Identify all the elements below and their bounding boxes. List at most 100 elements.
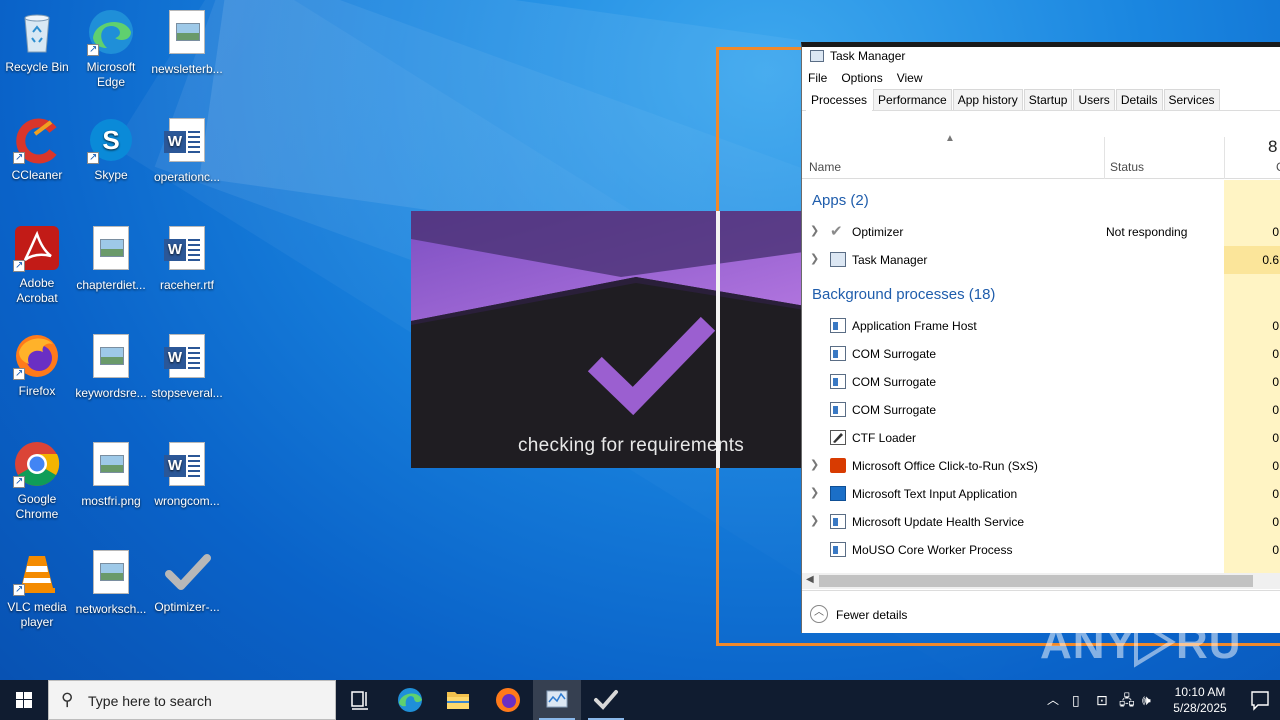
horizontal-scrollbar[interactable]: ◀ [802,573,1280,589]
image-file-icon [87,226,135,274]
expand-chevron-icon[interactable]: ❯ [810,514,819,527]
desktop-icon-file[interactable]: W wrongcom... [149,440,225,509]
taskbar-task-manager[interactable] [533,680,581,720]
process-row[interactable]: CTF Loader 0 [802,424,1280,452]
checkmark-icon: ✔ [830,223,843,240]
tab-processes[interactable]: Processes [806,89,873,111]
desktop-icon-file[interactable]: newsletterb... [149,8,225,77]
desktop-icon-skype[interactable]: S Skype [73,116,149,183]
image-file-icon [87,442,135,490]
desktop-icon-optimizer[interactable]: Optimizer-... [149,548,225,615]
window-icon [830,542,846,557]
process-row[interactable]: ❯ Microsoft Office Click-to-Run (SxS) 0 [802,452,1280,480]
svg-text:ANY: ANY [1040,619,1136,668]
process-row[interactable]: COM Surrogate 0 [802,340,1280,368]
battery-icon[interactable]: ▯ [1072,680,1080,720]
svg-text:S: S [102,125,119,155]
process-status: Not responding [1106,225,1188,239]
taskbar-file-explorer[interactable] [434,680,482,720]
desktop-icon-recycle-bin[interactable]: Recycle Bin [0,8,75,75]
desktop-icon-file[interactable]: mostfri.png [73,440,149,509]
sort-up-icon: ▲ [945,133,955,144]
highlight-edge [716,211,720,468]
tab-users[interactable]: Users [1073,89,1115,110]
process-row[interactable]: ❯ ✔ Optimizer Not responding 0 [802,218,1280,246]
menu-options[interactable]: Options [841,71,882,85]
word-file-icon: W [163,118,211,166]
process-cpu: 0 [1272,403,1279,417]
taskbar-search-box[interactable]: ⚲ Type here to search [48,680,336,720]
fewer-details-link[interactable]: Fewer details [836,608,907,622]
pen-icon [830,430,846,445]
taskbar-clock[interactable]: 10:10 AM 5/28/2025 [1160,684,1240,716]
process-row[interactable]: COM Surrogate 0 [802,368,1280,396]
expand-chevron-icon[interactable]: ❯ [810,458,819,471]
process-row[interactable]: ❯ Microsoft Update Health Service 0 [802,508,1280,536]
desktop-icon-edge[interactable]: Microsoft Edge [73,8,149,90]
desktop-icon-file[interactable]: W stopseveral... [149,332,225,401]
process-row[interactable]: ❯ Task Manager 0.6 [802,246,1280,274]
desktop-icon-file[interactable]: W raceher.rtf [149,224,225,293]
desktop-icon-ccleaner[interactable]: CCleaner [0,116,75,183]
word-file-icon: W [163,442,211,490]
menu-view[interactable]: View [897,71,923,85]
process-cpu: 0 [1272,515,1279,529]
watermark-logo: ANY RUN [1040,616,1240,668]
chevron-up-icon[interactable]: ︿ [810,605,828,623]
window-title: Task Manager [830,49,906,63]
task-manager-window[interactable]: Task Manager File Options View Processes… [801,42,1280,633]
tab-details[interactable]: Details [1115,89,1163,110]
process-row[interactable]: Application Frame Host 0 [802,312,1280,340]
column-cpu[interactable]: CP [1276,160,1280,174]
desktop-icon-file[interactable]: W operationc... [149,116,225,185]
taskbar-optimizer[interactable] [582,680,630,720]
process-cpu: 0 [1272,375,1279,389]
notification-center-button[interactable] [1240,680,1280,720]
desktop-icon-vlc[interactable]: VLC media player [0,548,75,630]
taskbar-edge[interactable] [386,680,434,720]
menu-file[interactable]: File [808,71,827,85]
tab-services[interactable]: Services [1163,89,1220,110]
desktop-icon-file[interactable]: chapterdiet... [73,224,149,293]
tab-performance[interactable]: Performance [873,89,952,110]
task-view-button[interactable] [336,680,384,720]
start-button[interactable] [0,680,48,720]
folder-icon [447,692,469,709]
keyboard-icon [830,486,846,501]
shortcut-arrow-icon [13,366,25,381]
scroll-left-icon[interactable]: ◀ [806,574,814,585]
desktop-icon-file[interactable]: networksch... [73,548,149,617]
process-row[interactable]: ❯ Microsoft Text Input Application 0 [802,480,1280,508]
image-file-icon [87,334,135,382]
desktop-icon-chrome[interactable]: Google Chrome [0,440,75,522]
clock-date: 5/28/2025 [1173,701,1227,715]
volume-icon[interactable]: 🕪 [1142,680,1151,720]
word-file-icon: W [163,334,211,382]
process-row[interactable]: MoUSO Core Worker Process 0 [802,536,1280,564]
checkmark-icon [163,548,211,596]
title-bar[interactable]: Task Manager [802,47,1280,67]
expand-chevron-icon[interactable]: ❯ [810,252,819,265]
column-divider[interactable] [1104,137,1105,179]
device-icon[interactable]: ⊡ [1096,680,1108,720]
column-status[interactable]: Status [1110,160,1144,174]
edge-icon [87,8,135,57]
network-icon[interactable]: 🖧 [1119,680,1135,720]
scrollbar-thumb[interactable] [819,575,1253,587]
expand-chevron-icon[interactable]: ❯ [810,224,819,237]
expand-chevron-icon[interactable]: ❯ [810,486,819,499]
tab-app-history[interactable]: App history [952,89,1023,110]
process-row[interactable]: COM Surrogate 0 [802,396,1280,424]
chrome-icon [13,440,61,489]
column-name[interactable]: Name [809,160,841,174]
process-list: Apps (2) ❯ ✔ Optimizer Not responding 0 … [802,180,1280,573]
desktop-icon-file[interactable]: keywordsre... [73,332,149,401]
taskbar-firefox[interactable] [484,680,532,720]
desktop-icon-firefox[interactable]: Firefox [0,332,75,399]
process-cpu: 0 [1272,543,1279,557]
show-hidden-icons-chevron-icon[interactable]: ︿ [1047,680,1059,720]
tab-startup[interactable]: Startup [1023,89,1073,110]
window-icon [830,402,846,417]
desktop-icon-acrobat[interactable]: Adobe Acrobat [0,224,75,306]
column-divider[interactable] [1224,137,1225,179]
